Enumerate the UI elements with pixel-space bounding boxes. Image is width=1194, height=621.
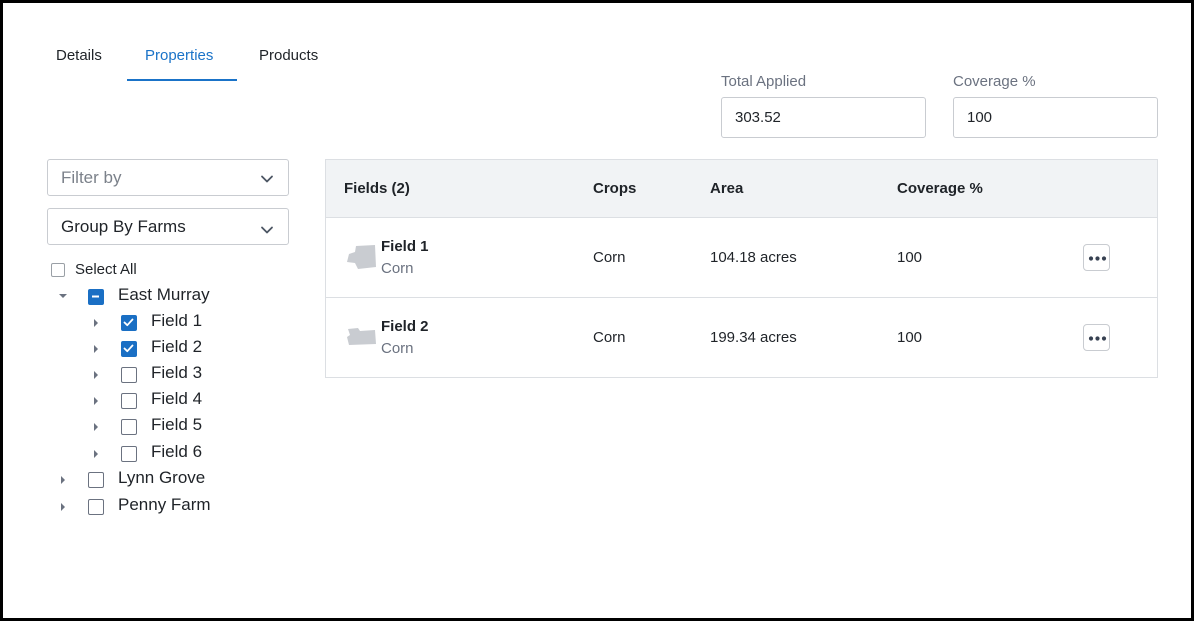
caret-right-icon[interactable] bbox=[91, 318, 101, 328]
header-area: Area bbox=[710, 180, 744, 197]
tree-field-label: Field 2 bbox=[151, 337, 203, 356]
row-field-crop: Corn bbox=[381, 340, 414, 357]
row-crops: Corn bbox=[593, 249, 626, 266]
tab-products[interactable]: Products bbox=[259, 47, 318, 64]
table-header: Fields (2) Crops Area Coverage % bbox=[326, 160, 1157, 218]
group-by-value: Group By Farms bbox=[61, 217, 186, 236]
caret-down-icon[interactable] bbox=[58, 291, 68, 301]
table-row[interactable]: Field 2 Corn Corn 199.34 acres 100 bbox=[326, 298, 1157, 378]
tab-properties[interactable]: Properties bbox=[145, 47, 213, 64]
field-boundary-icon bbox=[347, 245, 376, 269]
more-horizontal-icon bbox=[1088, 256, 1107, 261]
group-by-dropdown[interactable]: Group By Farms bbox=[47, 208, 289, 245]
farm-label-lynn-grove: Lynn Grove bbox=[118, 468, 206, 487]
header-crops: Crops bbox=[593, 180, 637, 197]
farm-label-penny-farm: Penny Farm bbox=[118, 495, 211, 514]
select-all-label: Select All bbox=[75, 261, 137, 278]
tab-details[interactable]: Details bbox=[56, 47, 102, 64]
coverage-label: Coverage % bbox=[953, 73, 1036, 90]
farm-checkbox-lynn-grove[interactable] bbox=[88, 472, 104, 488]
field-boundary-icon bbox=[347, 328, 376, 345]
tree-field-label: Field 1 bbox=[151, 311, 203, 330]
row-more-button[interactable] bbox=[1083, 324, 1110, 351]
more-horizontal-icon bbox=[1088, 336, 1107, 341]
row-area: 104.18 acres bbox=[710, 249, 797, 266]
filter-by-dropdown[interactable]: Filter by bbox=[47, 159, 289, 196]
tree-field-label: Field 3 bbox=[151, 363, 203, 382]
filter-by-placeholder: Filter by bbox=[61, 168, 122, 187]
row-field-name: Field 1 bbox=[381, 238, 429, 255]
field-checkbox-field-3[interactable] bbox=[121, 367, 137, 383]
tree-field-label: Field 5 bbox=[151, 415, 203, 434]
row-coverage: 100 bbox=[897, 329, 923, 346]
coverage-input[interactable]: 100 bbox=[953, 97, 1158, 138]
farm-checkbox-penny-farm[interactable] bbox=[88, 499, 104, 515]
chevron-down-icon bbox=[261, 175, 273, 183]
fields-table: Fields (2) Crops Area Coverage % Field 1… bbox=[325, 159, 1158, 378]
field-checkbox-field-5[interactable] bbox=[121, 419, 137, 435]
row-area: 199.34 acres bbox=[710, 329, 797, 346]
farm-label-east-murray: East Murray bbox=[118, 285, 210, 304]
table-row[interactable]: Field 1 Corn Corn 104.18 acres 100 bbox=[326, 218, 1157, 298]
field-checkbox-field-2[interactable] bbox=[121, 341, 137, 357]
caret-right-icon[interactable] bbox=[91, 396, 101, 406]
caret-right-icon[interactable] bbox=[91, 449, 101, 459]
caret-right-icon[interactable] bbox=[91, 422, 101, 432]
row-more-button[interactable] bbox=[1083, 244, 1110, 271]
app-window: Details Properties Products Total Applie… bbox=[0, 0, 1194, 621]
caret-right-icon[interactable] bbox=[58, 502, 68, 512]
active-tab-indicator bbox=[127, 79, 237, 81]
row-field-name: Field 2 bbox=[381, 318, 429, 335]
field-checkbox-field-4[interactable] bbox=[121, 393, 137, 409]
total-applied-input[interactable]: 303.52 bbox=[721, 97, 926, 138]
chevron-down-icon bbox=[261, 226, 273, 234]
row-crops: Corn bbox=[593, 329, 626, 346]
total-applied-label: Total Applied bbox=[721, 73, 807, 90]
header-coverage: Coverage % bbox=[897, 180, 983, 197]
row-field-crop: Corn bbox=[381, 260, 414, 277]
header-fields: Fields (2) bbox=[344, 180, 410, 197]
select-all-checkbox[interactable] bbox=[51, 263, 65, 277]
tree-field-label: Field 4 bbox=[151, 389, 203, 408]
field-checkbox-field-6[interactable] bbox=[121, 446, 137, 462]
caret-right-icon[interactable] bbox=[91, 344, 101, 354]
caret-right-icon[interactable] bbox=[91, 370, 101, 380]
farm-checkbox-east-murray[interactable] bbox=[88, 289, 104, 305]
caret-right-icon[interactable] bbox=[58, 475, 68, 485]
field-checkbox-field-1[interactable] bbox=[121, 315, 137, 331]
row-coverage: 100 bbox=[897, 249, 923, 266]
tree-field-label: Field 6 bbox=[151, 442, 203, 461]
